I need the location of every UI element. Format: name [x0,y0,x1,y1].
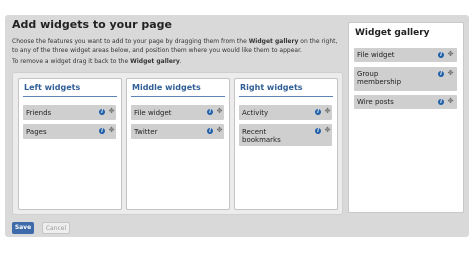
right-widgets-column[interactable]: Right widgets Activity i ✥ Recent bookma… [234,78,338,210]
widget-label: Friends [26,109,52,117]
left-widgets-column[interactable]: Left widgets Friends i ✥ Pages i ✥ [18,78,122,210]
widget-twitter[interactable]: Twitter i ✥ [131,124,224,139]
move-icon[interactable]: ✥ [108,108,115,115]
gallery-widget-group-membership[interactable]: Group membership i ✥ [354,67,457,91]
remove-instructions: To remove a widget drag it back to the W… [12,58,182,65]
info-icon[interactable]: i [207,128,213,134]
widget-activity[interactable]: Activity i ✥ [239,105,332,120]
middle-widgets-heading: Middle widgets [132,83,201,92]
move-icon[interactable]: ✥ [447,51,454,58]
widget-label: Recent bookmarks [242,128,281,144]
left-widgets-heading: Left widgets [24,83,81,92]
column-divider [131,96,225,97]
widget-file[interactable]: File widget i ✥ [131,105,224,120]
widget-recent-bookmarks[interactable]: Recent bookmarks i ✥ [239,124,332,146]
gallery-widget-file[interactable]: File widget i ✥ [354,48,457,62]
move-icon[interactable]: ✥ [216,127,223,134]
widget-label: Pages [26,128,47,136]
gallery-widget-wire-posts[interactable]: Wire posts i ✥ [354,95,457,109]
move-icon[interactable]: ✥ [216,108,223,115]
info-icon[interactable]: i [315,128,321,134]
move-icon[interactable]: ✥ [324,127,331,134]
move-icon[interactable]: ✥ [447,70,454,77]
move-icon[interactable]: ✥ [324,108,331,115]
intro-text: Choose the features you want to add to y… [12,38,338,54]
save-button[interactable]: Save [12,222,34,234]
widget-label: Wire posts [357,98,394,106]
widget-pages[interactable]: Pages i ✥ [23,124,116,139]
middle-widgets-column[interactable]: Middle widgets File widget i ✥ Twitter i… [126,78,230,210]
move-icon[interactable]: ✥ [108,127,115,134]
widget-areas: Left widgets Friends i ✥ Pages i ✥ Middl… [12,72,343,215]
widget-label: File widget [357,51,395,59]
widget-gallery[interactable]: Widget gallery File widget i ✥ Group mem… [348,22,464,213]
info-icon[interactable]: i [315,109,321,115]
column-divider [239,96,333,97]
page-title: Add widgets to your page [12,18,172,31]
widget-gallery-heading: Widget gallery [355,28,430,38]
widget-label: Twitter [134,128,158,136]
info-icon[interactable]: i [207,109,213,115]
info-icon[interactable]: i [438,99,444,105]
info-icon[interactable]: i [99,128,105,134]
info-icon[interactable]: i [99,109,105,115]
cancel-button[interactable]: Cancel [42,222,70,234]
widget-friends[interactable]: Friends i ✥ [23,105,116,120]
info-icon[interactable]: i [438,52,444,58]
widget-label: Group membership [357,70,402,86]
move-icon[interactable]: ✥ [447,98,454,105]
right-widgets-heading: Right widgets [240,83,303,92]
column-divider [23,96,117,97]
widget-label: Activity [242,109,269,117]
widget-label: File widget [134,109,172,117]
info-icon[interactable]: i [438,71,444,77]
